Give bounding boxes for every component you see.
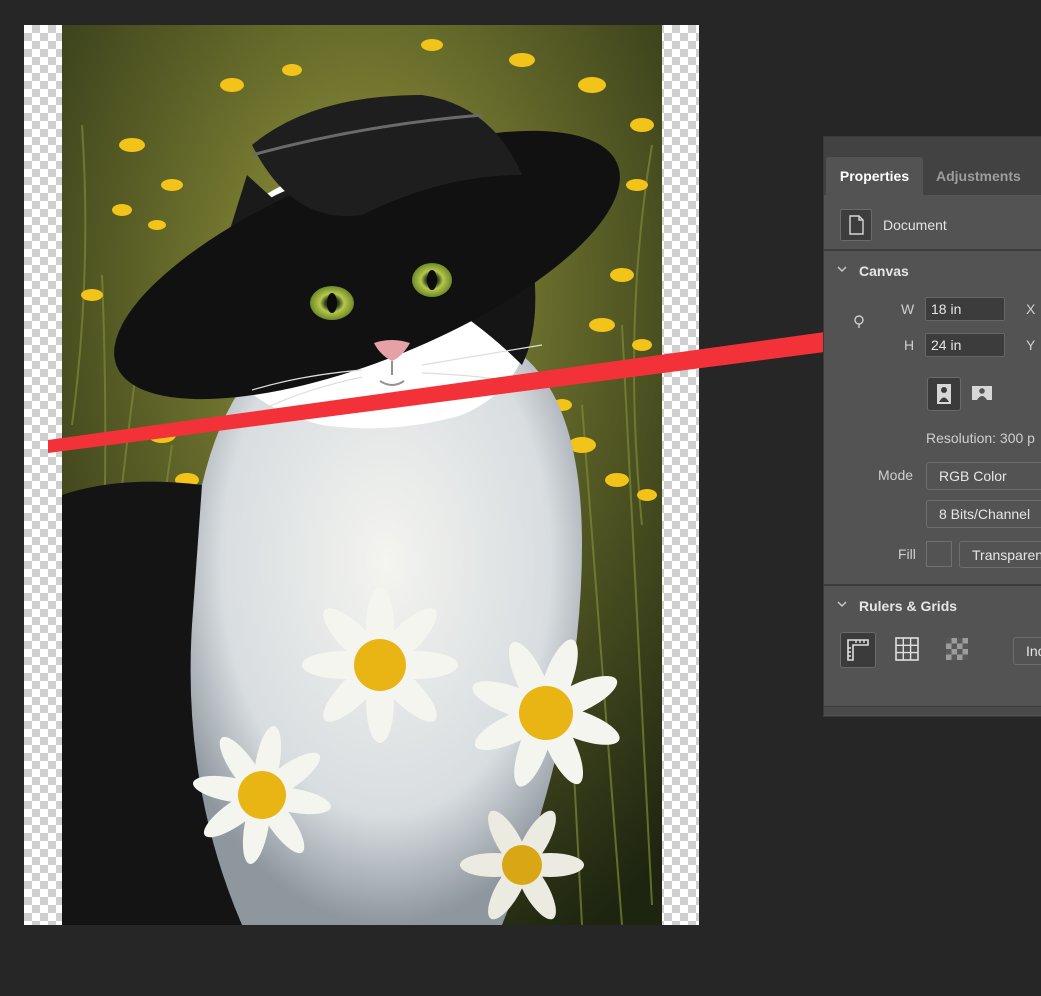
fill-label: Fill <box>898 546 916 562</box>
y-label: Y <box>1026 337 1036 353</box>
canvas-section-title: Canvas <box>859 263 909 279</box>
mode-label: Mode <box>878 467 914 483</box>
landscape-icon <box>972 386 992 400</box>
width-field[interactable] <box>925 297 1005 321</box>
landscape-button[interactable] <box>966 377 1000 411</box>
chevron-down-icon <box>837 266 847 273</box>
cat-artwork-image <box>62 25 662 925</box>
tab-properties[interactable]: Properties <box>826 157 923 195</box>
chevron-down-icon <box>837 601 847 608</box>
panel-resize-strip[interactable] <box>824 706 1041 715</box>
fill-select[interactable]: Transparen <box>959 541 1041 568</box>
fill-color-swatch[interactable] <box>926 541 952 567</box>
ruler-icon <box>847 639 869 661</box>
x-label: X <box>1026 301 1036 317</box>
bit-depth-select[interactable]: 8 Bits/Channel <box>926 500 1041 528</box>
section-divider <box>824 249 1041 251</box>
rulers-grids-section-title: Rulers & Grids <box>859 598 958 614</box>
link-icon[interactable] <box>852 313 866 329</box>
portrait-button[interactable] <box>927 377 961 411</box>
document-icon <box>840 209 872 241</box>
height-field[interactable] <box>925 333 1005 357</box>
ruler-toggle-button[interactable] <box>840 632 876 668</box>
pixel-grid-toggle-button[interactable] <box>940 632 976 668</box>
resolution-text: Resolution: 300 p <box>926 430 1035 446</box>
document-label: Document <box>883 217 947 233</box>
tab-adjustments[interactable]: Adjustments <box>936 157 1021 195</box>
properties-panel: Properties Adjustments Document Canvas W… <box>823 136 1041 717</box>
width-label: W <box>901 301 915 317</box>
grid-toggle-button[interactable] <box>890 632 926 668</box>
height-label: H <box>904 337 915 353</box>
grid-icon <box>895 637 919 661</box>
portrait-icon <box>937 384 951 404</box>
ruler-units-select[interactable]: Inc <box>1013 637 1041 665</box>
panel-tab-bar: Properties Adjustments <box>824 137 1041 195</box>
section-divider <box>824 584 1041 586</box>
document-canvas[interactable] <box>24 25 699 925</box>
color-mode-select[interactable]: RGB Color <box>926 462 1041 490</box>
pixel-grid-icon <box>946 638 968 660</box>
